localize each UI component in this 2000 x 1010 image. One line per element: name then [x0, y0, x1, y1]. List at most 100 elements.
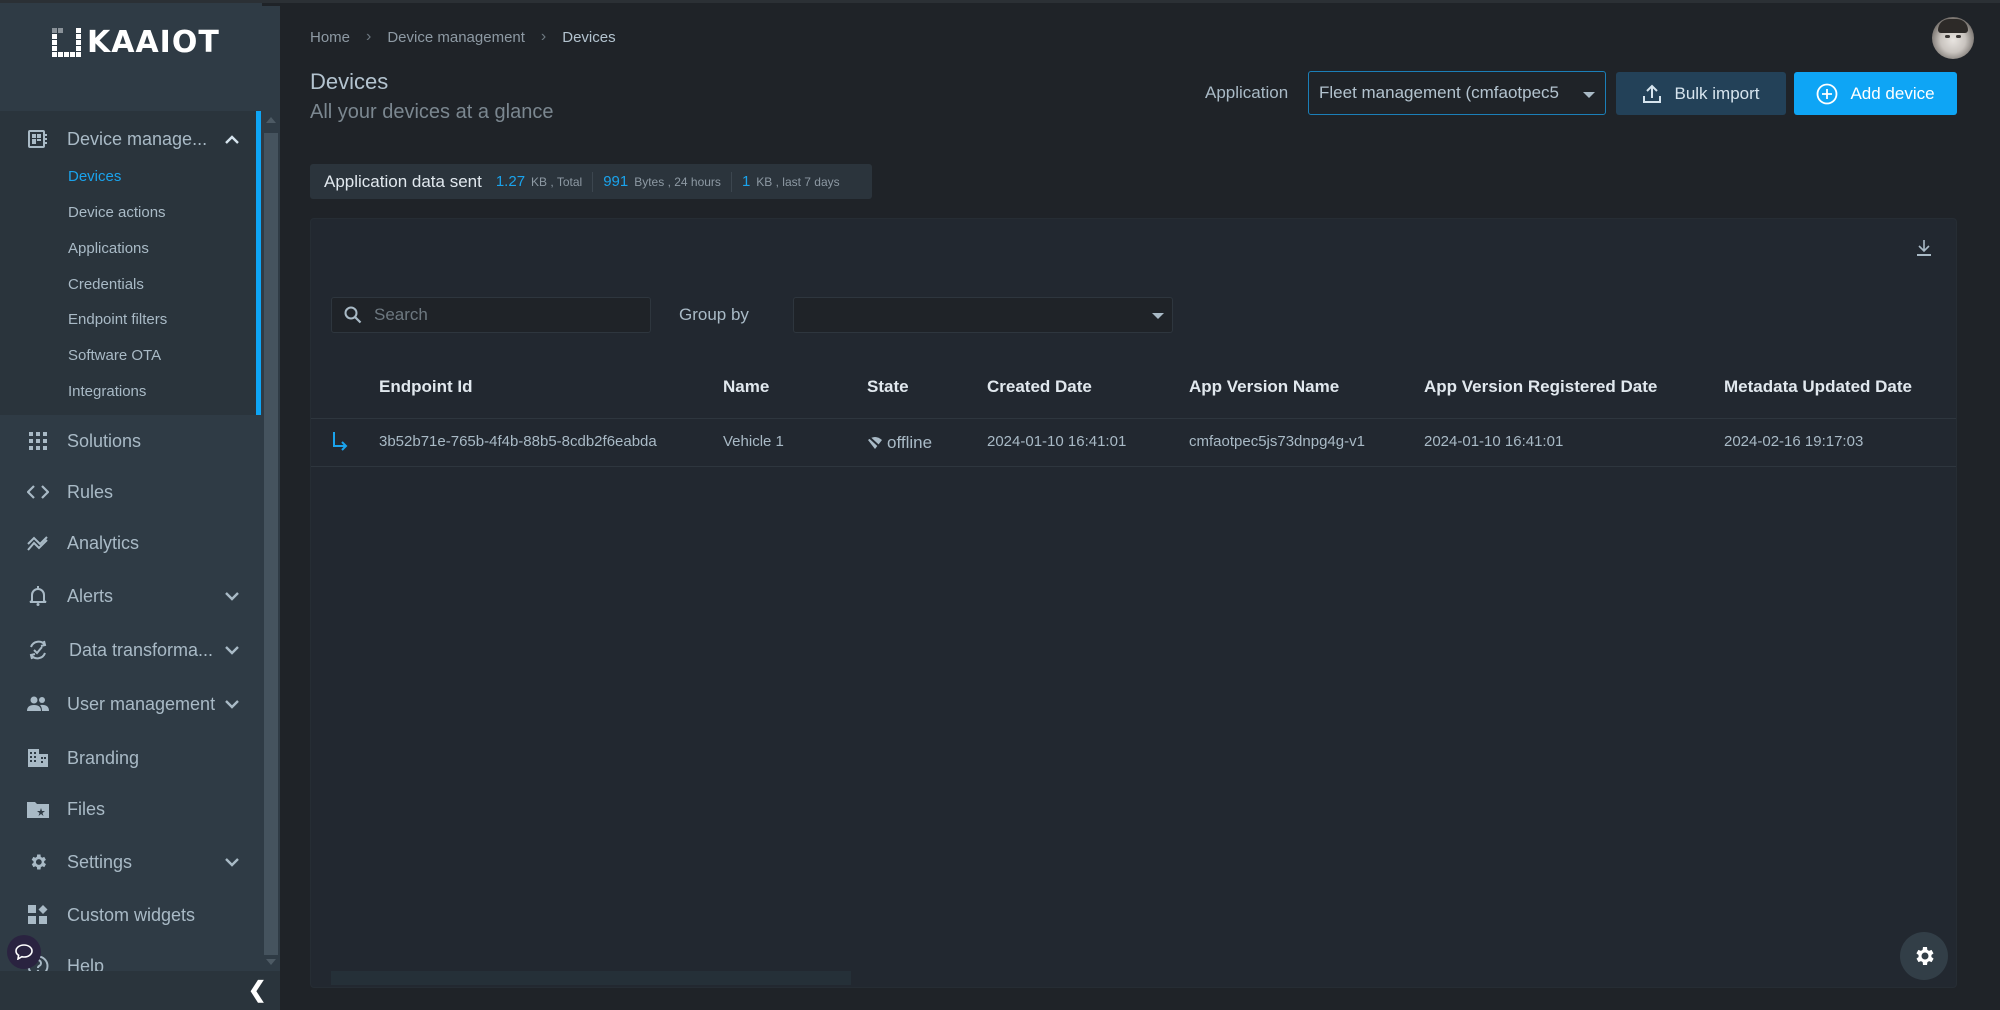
grid-icon — [26, 429, 50, 453]
table-settings-button[interactable] — [1900, 932, 1948, 980]
column-header-created-date[interactable]: Created Date — [987, 377, 1092, 397]
chevron-up-icon[interactable] — [222, 129, 242, 149]
sidebar-subitem-devices[interactable]: Devices — [68, 168, 121, 185]
cell-metadata-updated-date: 2024-02-16 19:17:03 — [1724, 433, 1864, 450]
gear-icon — [1916, 947, 1934, 965]
application-select[interactable]: Fleet management (cmfaotpec5 — [1308, 71, 1606, 115]
breadcrumb-home[interactable]: Home — [310, 29, 350, 46]
sidebar-item-label: Branding — [67, 747, 140, 768]
sidebar-subitem-endpoint-filters[interactable]: Endpoint filters — [68, 311, 167, 328]
sidebar-item-label: Help — [67, 955, 105, 972]
breadcrumb-devices: Devices — [562, 28, 616, 46]
table-horizontal-scrollbar[interactable] — [331, 971, 851, 985]
devices-table-panel: Group by Endpoint Id Name State Created … — [310, 218, 1957, 988]
sidebar-item-label: Settings — [67, 851, 133, 872]
main-content: Home › Device management › Devices Devic… — [280, 3, 2000, 1010]
cell-app-version-registered-date: 2024-01-10 16:41:01 — [1424, 433, 1564, 450]
search-input[interactable] — [374, 305, 634, 325]
logo-mark-icon — [52, 27, 81, 57]
page-title: Devices — [310, 69, 389, 94]
sidebar-item-files[interactable]: Files — [0, 789, 256, 829]
application-data-stats: Application data sent 1.27 KB , Total 99… — [310, 164, 872, 199]
device-management-icon — [26, 127, 50, 151]
application-select-value: Fleet management (cmfaotpec5 — [1319, 83, 1560, 102]
sidebar-item-label: Files — [67, 798, 106, 819]
user-avatar[interactable] — [1932, 17, 1974, 59]
sidebar-item-custom-widgets[interactable]: Custom widgets — [0, 895, 256, 935]
stats-total-value: 1.27 — [495, 173, 526, 190]
sidebar-item-device-management[interactable]: Device manage... — [0, 119, 256, 159]
scroll-down-arrow-icon[interactable] — [266, 959, 276, 965]
building-icon — [26, 746, 50, 770]
row-expand-arrow-icon[interactable] — [331, 431, 349, 455]
dropdown-caret-icon — [1583, 92, 1595, 98]
stats-divider — [730, 171, 732, 192]
chevron-down-icon[interactable] — [222, 694, 242, 714]
sidebar-subitem-applications[interactable]: Applications — [68, 240, 149, 257]
column-header-endpoint-id[interactable]: Endpoint Id — [379, 377, 472, 397]
sidebar-item-label: Solutions — [67, 430, 142, 451]
analytics-icon — [26, 531, 50, 555]
chat-icon — [15, 944, 33, 960]
folder-star-icon — [26, 797, 50, 821]
state-label: offline — [887, 433, 933, 452]
users-icon — [26, 692, 50, 716]
sidebar-collapse-bar: ❮ — [0, 971, 280, 1010]
sidebar-item-rules[interactable]: Rules — [0, 472, 256, 512]
bulk-import-button[interactable]: Bulk import — [1616, 72, 1786, 115]
wifi-off-icon — [868, 436, 882, 449]
search-field[interactable] — [331, 297, 651, 333]
group-by-select[interactable] — [793, 297, 1173, 333]
sidebar-item-branding[interactable]: Branding — [0, 738, 256, 778]
stats-24h-unit: Bytes , 24 hours — [634, 174, 721, 189]
upload-icon — [1643, 84, 1662, 103]
column-header-app-version-registered-date[interactable]: App Version Registered Date — [1424, 377, 1657, 397]
cell-app-version-name: cmfaotpec5js73dnpg4g-v1 — [1189, 433, 1365, 450]
column-header-name[interactable]: Name — [723, 377, 769, 397]
sidebar-subitem-device-actions[interactable]: Device actions — [68, 204, 166, 221]
stats-24h-value: 991 — [603, 173, 629, 190]
application-label: Application — [1205, 83, 1289, 102]
avatar-eye — [1945, 35, 1950, 38]
download-icon[interactable] — [1916, 239, 1932, 262]
code-icon — [26, 480, 50, 504]
breadcrumb: Home › Device management › Devices — [310, 28, 616, 46]
stats-title: Application data sent — [324, 171, 482, 191]
sidebar: KAAIOT Device manage... Devices Device a… — [0, 3, 280, 1010]
chevron-down-icon[interactable] — [222, 852, 242, 872]
sidebar-subitem-integrations[interactable]: Integrations — [68, 383, 146, 400]
column-header-app-version-name[interactable]: App Version Name — [1189, 377, 1339, 397]
sidebar-scrollbar-thumb[interactable] — [264, 133, 278, 955]
column-header-metadata-updated-date[interactable]: Metadata Updated Date — [1724, 377, 1912, 397]
sidebar-item-label: Custom widgets — [67, 904, 196, 925]
chevron-down-icon[interactable] — [222, 586, 242, 606]
sidebar-item-data-transformation[interactable]: Data transforma... — [0, 630, 256, 670]
sidebar-item-settings[interactable]: Settings — [0, 842, 256, 882]
sidebar-subitem-credentials[interactable]: Credentials — [68, 276, 144, 293]
sidebar-item-analytics[interactable]: Analytics — [0, 523, 256, 563]
page-subtitle: All your devices at a glance — [310, 101, 554, 123]
sidebar-item-alerts[interactable]: Alerts — [0, 576, 256, 616]
sidebar-item-user-management[interactable]: User management — [0, 684, 256, 724]
cell-endpoint-id[interactable]: 3b52b71e-765b-4f4b-88b5-8cdb2f6eabda — [379, 433, 657, 450]
scroll-up-arrow-icon[interactable] — [266, 117, 276, 123]
sidebar-subitem-software-ota[interactable]: Software OTA — [68, 347, 161, 364]
gear-icon — [26, 850, 50, 874]
sidebar-nav: Device manage... Devices Device actions … — [0, 111, 262, 971]
plus-circle-icon — [1817, 83, 1838, 104]
add-device-button[interactable]: Add device — [1794, 72, 1957, 115]
chevron-down-icon[interactable] — [222, 640, 242, 660]
collapse-sidebar-button[interactable]: ❮ — [248, 977, 266, 1003]
column-header-state[interactable]: State — [867, 377, 909, 397]
breadcrumb-separator-icon: › — [366, 28, 372, 45]
table-row[interactable]: 3b52b71e-765b-4f4b-88b5-8cdb2f6eabda Veh… — [311, 419, 1956, 467]
sync-icon — [26, 638, 50, 662]
sidebar-scroll-top — [262, 6, 280, 111]
table-header: Endpoint Id Name State Created Date App … — [311, 359, 1956, 419]
kaaiot-logo[interactable]: KAAIOT — [52, 25, 220, 60]
breadcrumb-device-management[interactable]: Device management — [387, 29, 525, 46]
sidebar-item-solutions[interactable]: Solutions — [0, 421, 256, 461]
group-by-label: Group by — [679, 305, 749, 324]
chat-button[interactable] — [7, 935, 41, 969]
sidebar-scrollbar[interactable] — [262, 111, 280, 971]
